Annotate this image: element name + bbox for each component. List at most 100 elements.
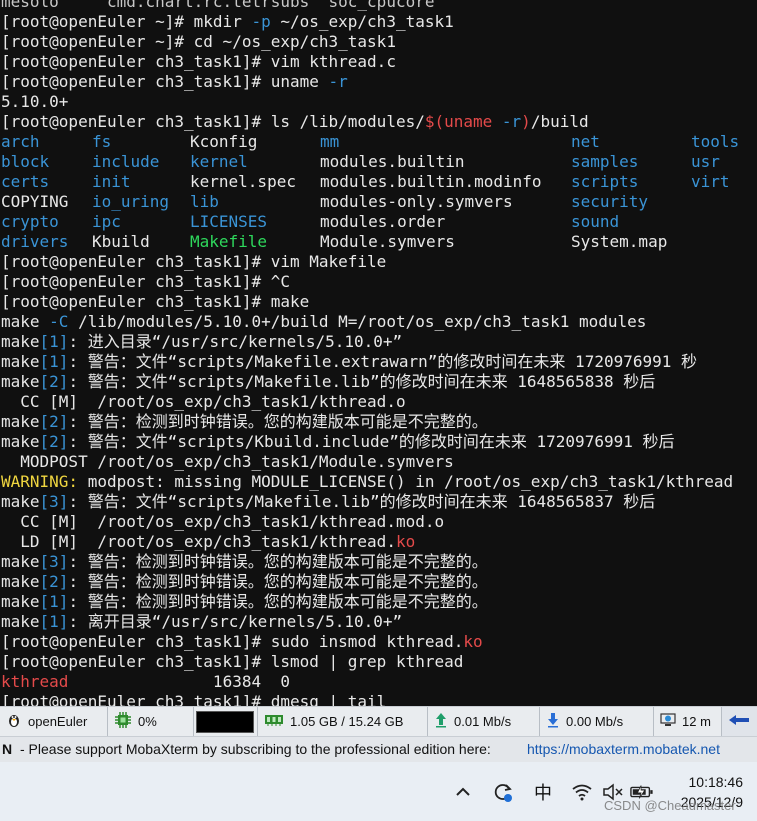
terminal-text: [root@openEuler ~]# mkdir xyxy=(1,12,252,31)
terminal-text: [1] xyxy=(39,612,69,631)
status-clock[interactable]: 12 m xyxy=(654,707,722,736)
terminal-text: make xyxy=(1,352,40,371)
ls-entry: arch xyxy=(1,132,40,151)
ls-row: crypto ipc LICENSES modules.order sound xyxy=(0,212,757,232)
status-cpu-label: 0% xyxy=(138,714,157,729)
terminal-text: ) xyxy=(521,112,531,131)
ls-entry: include xyxy=(92,152,160,171)
sync-icon[interactable] xyxy=(490,780,514,804)
terminal-text: [1] xyxy=(39,352,69,371)
terminal-text: [root@openEuler ch3_task1]# sudo insmod … xyxy=(1,632,464,651)
ls-entry: kernel xyxy=(190,152,248,171)
ls-entry: scripts xyxy=(571,172,639,191)
terminal-text: [2] xyxy=(39,572,69,591)
ls-entry: Makefile xyxy=(190,232,268,251)
terminal-text: [2] xyxy=(39,372,69,391)
terminal-text: make xyxy=(1,572,40,591)
terminal-text: make xyxy=(1,372,40,391)
chevron-up-icon[interactable] xyxy=(451,780,475,804)
status-host-label: openEuler xyxy=(28,714,88,729)
terminal-line: kthread 16384 0 xyxy=(1,672,290,692)
terminal-text: LD [M] /root/os_exp/ch3_task1/kthread. xyxy=(1,532,396,551)
ls-entry: COPYING xyxy=(1,192,69,211)
terminal-text: : 离开目录“/usr/src/kernels/5.10.0+” xyxy=(68,612,403,631)
status-memory-label: 1.05 GB / 15.24 GB xyxy=(290,714,404,729)
terminal-line: make[1]: 警告：文件“scripts/Makefile.extrawar… xyxy=(1,352,697,372)
terminal-text: [root@openEuler ch3_task1]# vim kthread.… xyxy=(1,52,396,71)
terminal-line: [root@openEuler ch3_task1]# lsmod | grep… xyxy=(1,652,463,672)
ls-row: drivers Kbuild Makefile Module.symvers Syste… xyxy=(0,232,757,252)
ls-row: certs init kernel.spec modules.builtin.modi… xyxy=(0,172,757,192)
terminal-text: make xyxy=(1,312,50,331)
mobaxterm-link[interactable]: https://mobaxterm.mobatek.net xyxy=(527,741,720,757)
terminal-text: [root@openEuler ch3_task1]# vim Makefile xyxy=(1,252,387,271)
ls-entry: ipc xyxy=(92,212,121,231)
terminal-text: $( xyxy=(424,112,445,131)
terminal-line: [root@openEuler ch3_task1]# sudo insmod … xyxy=(1,632,483,652)
terminal-text: -r xyxy=(328,72,348,91)
memory-icon xyxy=(264,713,284,730)
terminal-text: MODPOST /root/os_exp/ch3_task1/Module.sy… xyxy=(1,452,454,471)
terminal-line: make[2]: 警告：检测到时钟错误。您的构建版本可能是不完整的。 xyxy=(1,572,488,592)
terminal-text: /lib/modules/5.10.0+/build M=/root/os_ex… xyxy=(68,312,647,331)
terminal-line: [root@openEuler ch3_task1]# uname -r xyxy=(1,72,348,92)
terminal-text: [root@openEuler ~]# cd ~/os_exp/ch3_task… xyxy=(1,32,396,51)
wifi-icon[interactable] xyxy=(570,780,594,804)
terminal-text: [3] xyxy=(39,492,69,511)
ls-entry: sound xyxy=(571,212,620,231)
ls-entry: fs xyxy=(92,132,112,151)
terminal-text: : 警告：文件“scripts/Makefile.extrawarn”的修改时间… xyxy=(68,352,698,371)
terminal-line: 5.10.0+ xyxy=(1,92,68,112)
ls-row: arch fs Kconfig mm net tools xyxy=(0,132,757,152)
ls-entry: LICENSES xyxy=(190,212,268,231)
terminal-text: CC [M] /root/os_exp/ch3_task1/kthread.o xyxy=(1,392,406,411)
upload-arrow-icon xyxy=(434,712,448,731)
terminal-text: make xyxy=(1,332,40,351)
csdn-watermark: CSDN @Cheadmaster xyxy=(604,798,736,813)
terminal-output[interactable]: mesolo cmd.chart.rc.tetrsubs soc_cpucore… xyxy=(0,0,757,706)
ls-entry: init xyxy=(92,172,131,191)
ls-entry: modules.builtin xyxy=(320,152,465,171)
terminal-text: : 警告：检测到时钟错误。您的构建版本可能是不完整的。 xyxy=(68,592,488,611)
terminal-line: make -C /lib/modules/5.10.0+/build M=/ro… xyxy=(1,312,646,332)
status-upload[interactable]: 0.01 Mb/s xyxy=(428,707,540,736)
ls-entry: tools xyxy=(691,132,740,151)
terminal-line: [root@openEuler ch3_task1]# make xyxy=(1,292,309,312)
status-bar: openEuler 0% 1.05 GB / 15.24 GB 0.01 Mb/… xyxy=(0,706,757,736)
ls-entry: virt xyxy=(691,172,730,191)
cpu-graph xyxy=(194,707,258,736)
status-memory[interactable]: 1.05 GB / 15.24 GB xyxy=(258,707,428,736)
terminal-line: CC [M] /root/os_exp/ch3_task1/kthread.mo… xyxy=(1,512,444,532)
terminal-text: [root@openEuler ch3_task1]# ^C xyxy=(1,272,290,291)
terminal-text: make xyxy=(1,412,40,431)
clock-time: 10:18:46 xyxy=(688,774,744,790)
terminal-line: make[1]: 警告：检测到时钟错误。您的构建版本可能是不完整的。 xyxy=(1,592,488,612)
terminal-line: make[1]: 进入目录“/usr/src/kernels/5.10.0+” xyxy=(1,332,402,352)
status-upload-label: 0.01 Mb/s xyxy=(454,714,512,729)
terminal-line: make[2]: 警告：检测到时钟错误。您的构建版本可能是不完整的。 xyxy=(1,412,488,432)
scroll-left-button[interactable] xyxy=(722,707,757,736)
status-clock-label: 12 m xyxy=(682,714,711,729)
terminal-text: -C xyxy=(49,312,69,331)
status-download[interactable]: 0.00 Mb/s xyxy=(540,707,654,736)
ls-entry: modules.order xyxy=(320,212,446,231)
ls-entry: crypto xyxy=(1,212,59,231)
terminal-text: [root@openEuler ch3_task1]# dmesg | tail xyxy=(1,692,387,706)
status-host[interactable]: openEuler xyxy=(0,707,108,736)
terminal-text: make xyxy=(1,552,40,571)
terminal-line: [root@openEuler ~]# mkdir -p ~/os_exp/ch… xyxy=(1,12,454,32)
terminal-text: 16384 0 xyxy=(68,672,290,691)
ls-entry: lib xyxy=(190,192,219,211)
terminal-line: mesolo cmd.chart.rc.tetrsubs soc_cpucore xyxy=(1,0,434,12)
terminal-text: -r xyxy=(501,112,522,131)
terminal-text: [1] xyxy=(39,332,69,351)
terminal-text: make xyxy=(1,612,40,631)
ls-entry: net xyxy=(571,132,600,151)
terminal-text: make xyxy=(1,492,40,511)
terminal-text: [1] xyxy=(39,592,69,611)
ls-entry: usr xyxy=(691,152,720,171)
status-cpu[interactable]: 0% xyxy=(108,707,194,736)
ls-entry: kernel.spec xyxy=(190,172,296,191)
terminal-text: [3] xyxy=(39,552,69,571)
ime-indicator[interactable]: 中 xyxy=(531,780,555,804)
